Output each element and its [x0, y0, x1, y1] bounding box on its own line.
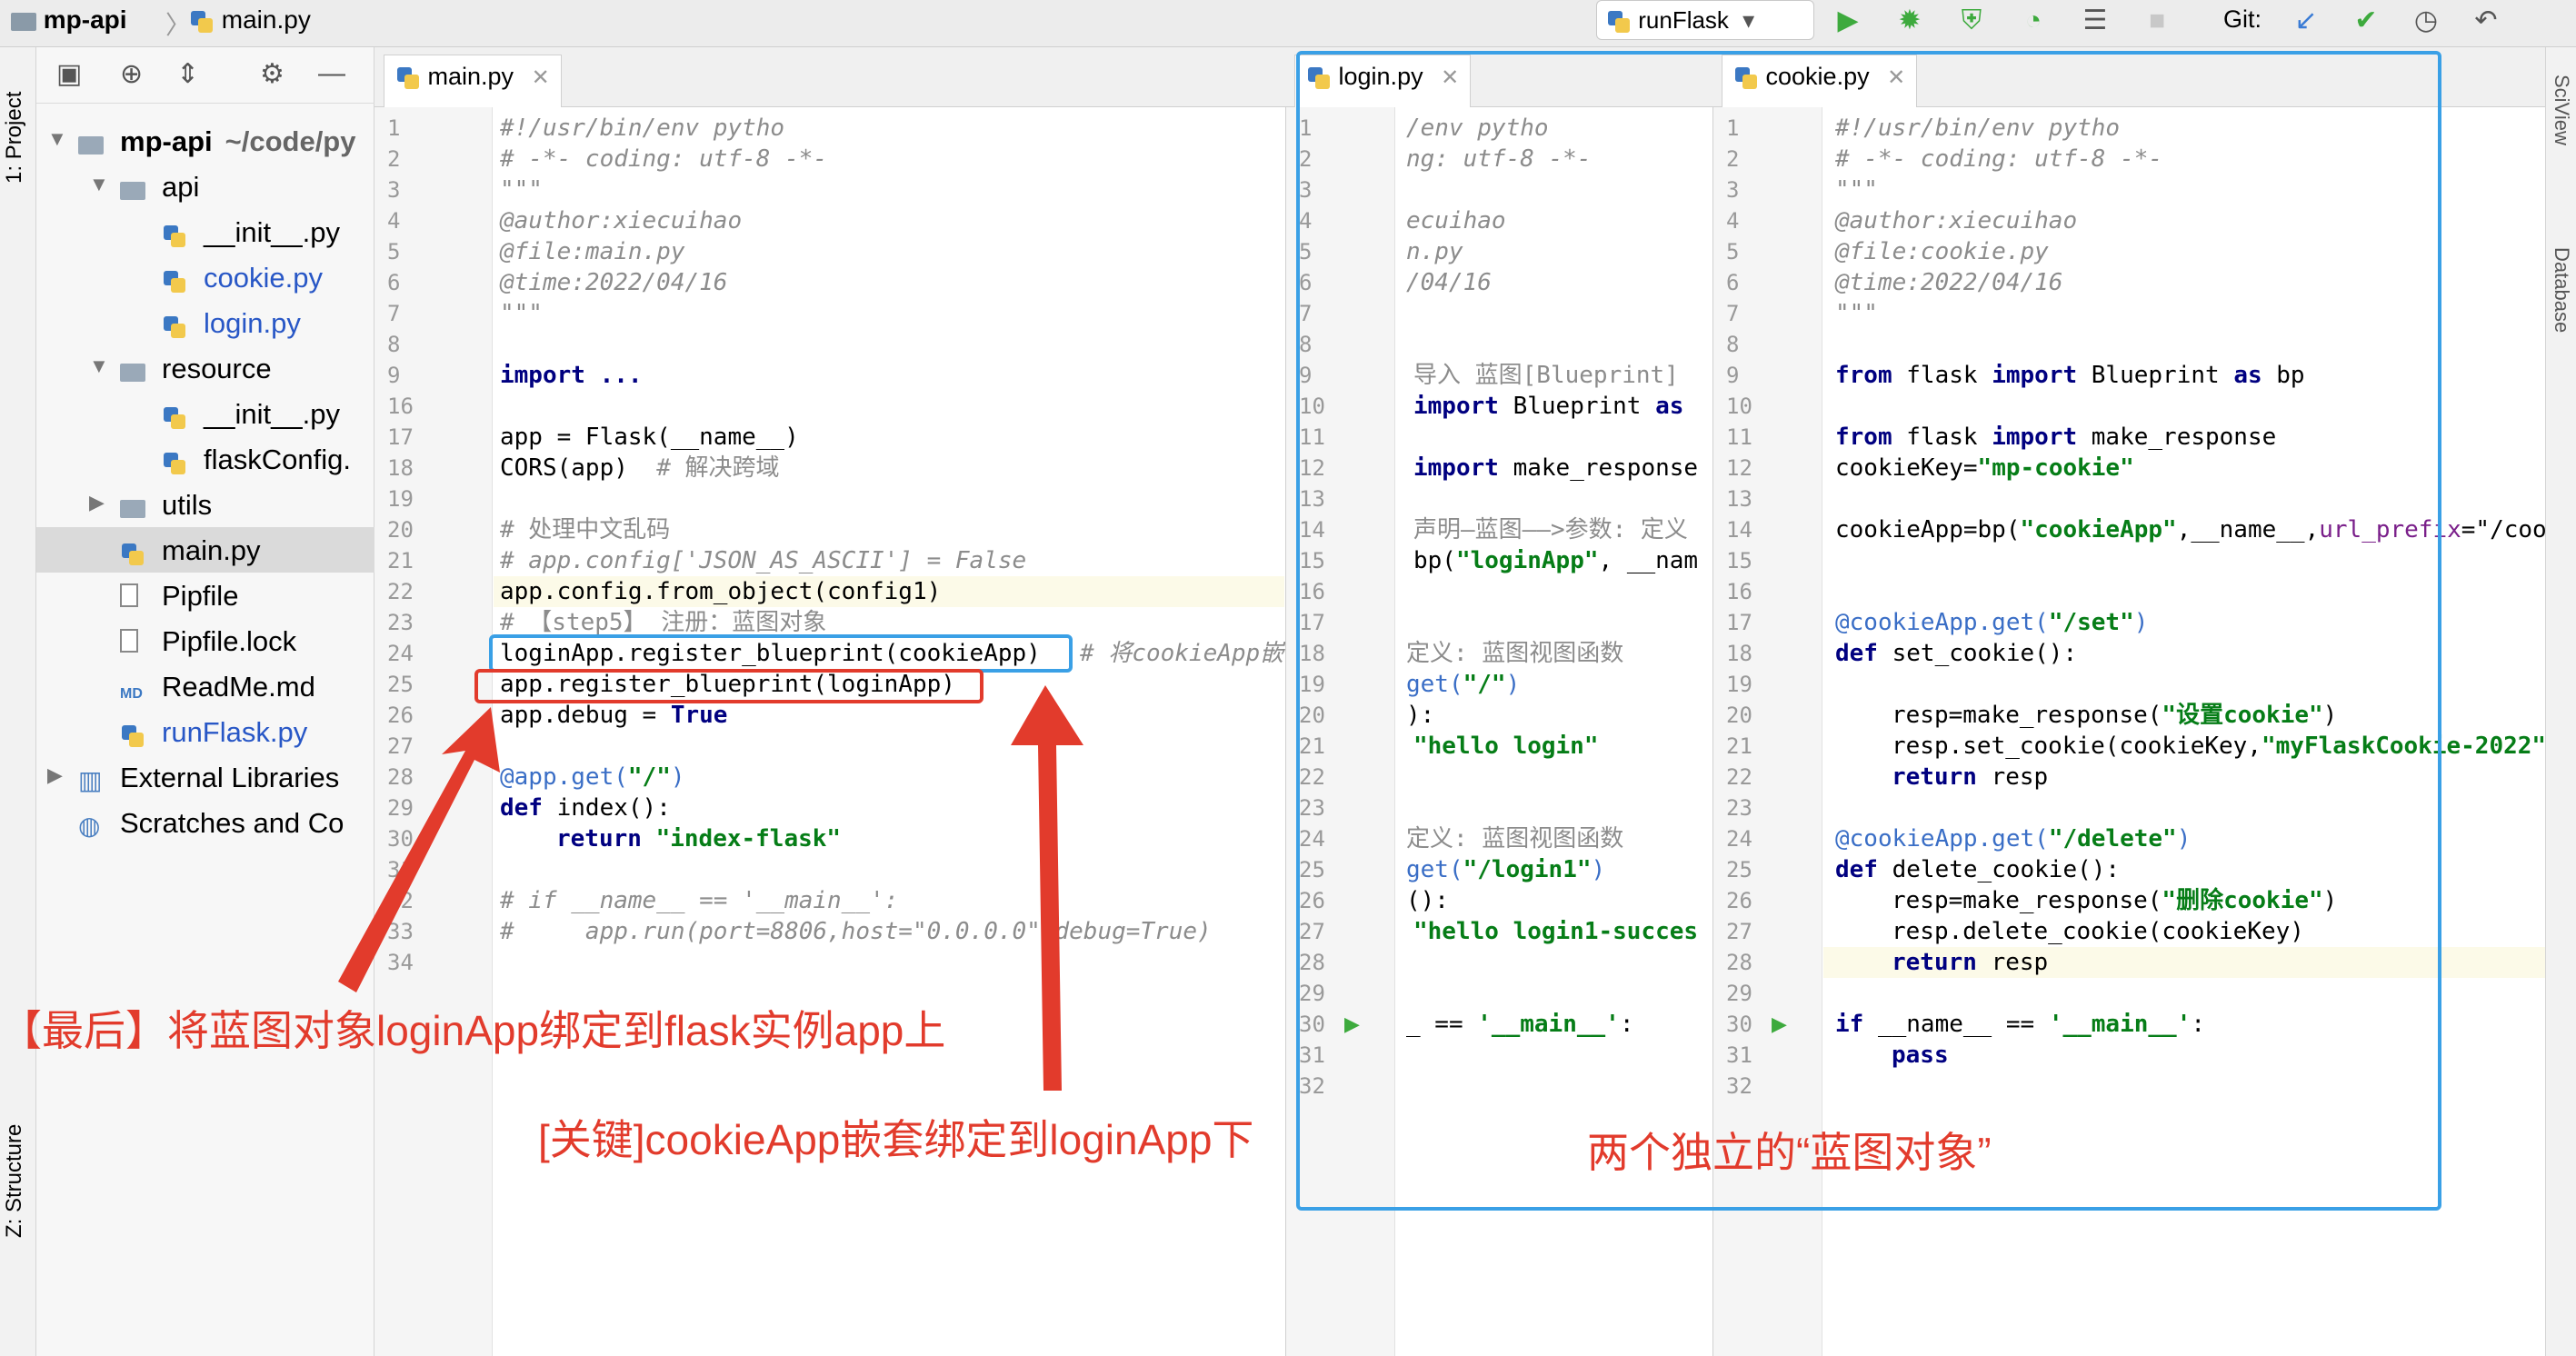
annotation-key: [关键]cookieApp嵌套绑定到loginApp下	[538, 1116, 1254, 1163]
arrow-overlay	[338, 685, 1083, 1091]
arrow-to-cookie-register	[1011, 685, 1083, 1091]
annotation-final: 【最后】将蓝图对象loginApp绑定到flask实例app上	[0, 1007, 946, 1054]
annotation-two-blueprints: 两个独立的“蓝图对象”	[1587, 1129, 1992, 1176]
arrow-to-app-register	[338, 707, 500, 992]
